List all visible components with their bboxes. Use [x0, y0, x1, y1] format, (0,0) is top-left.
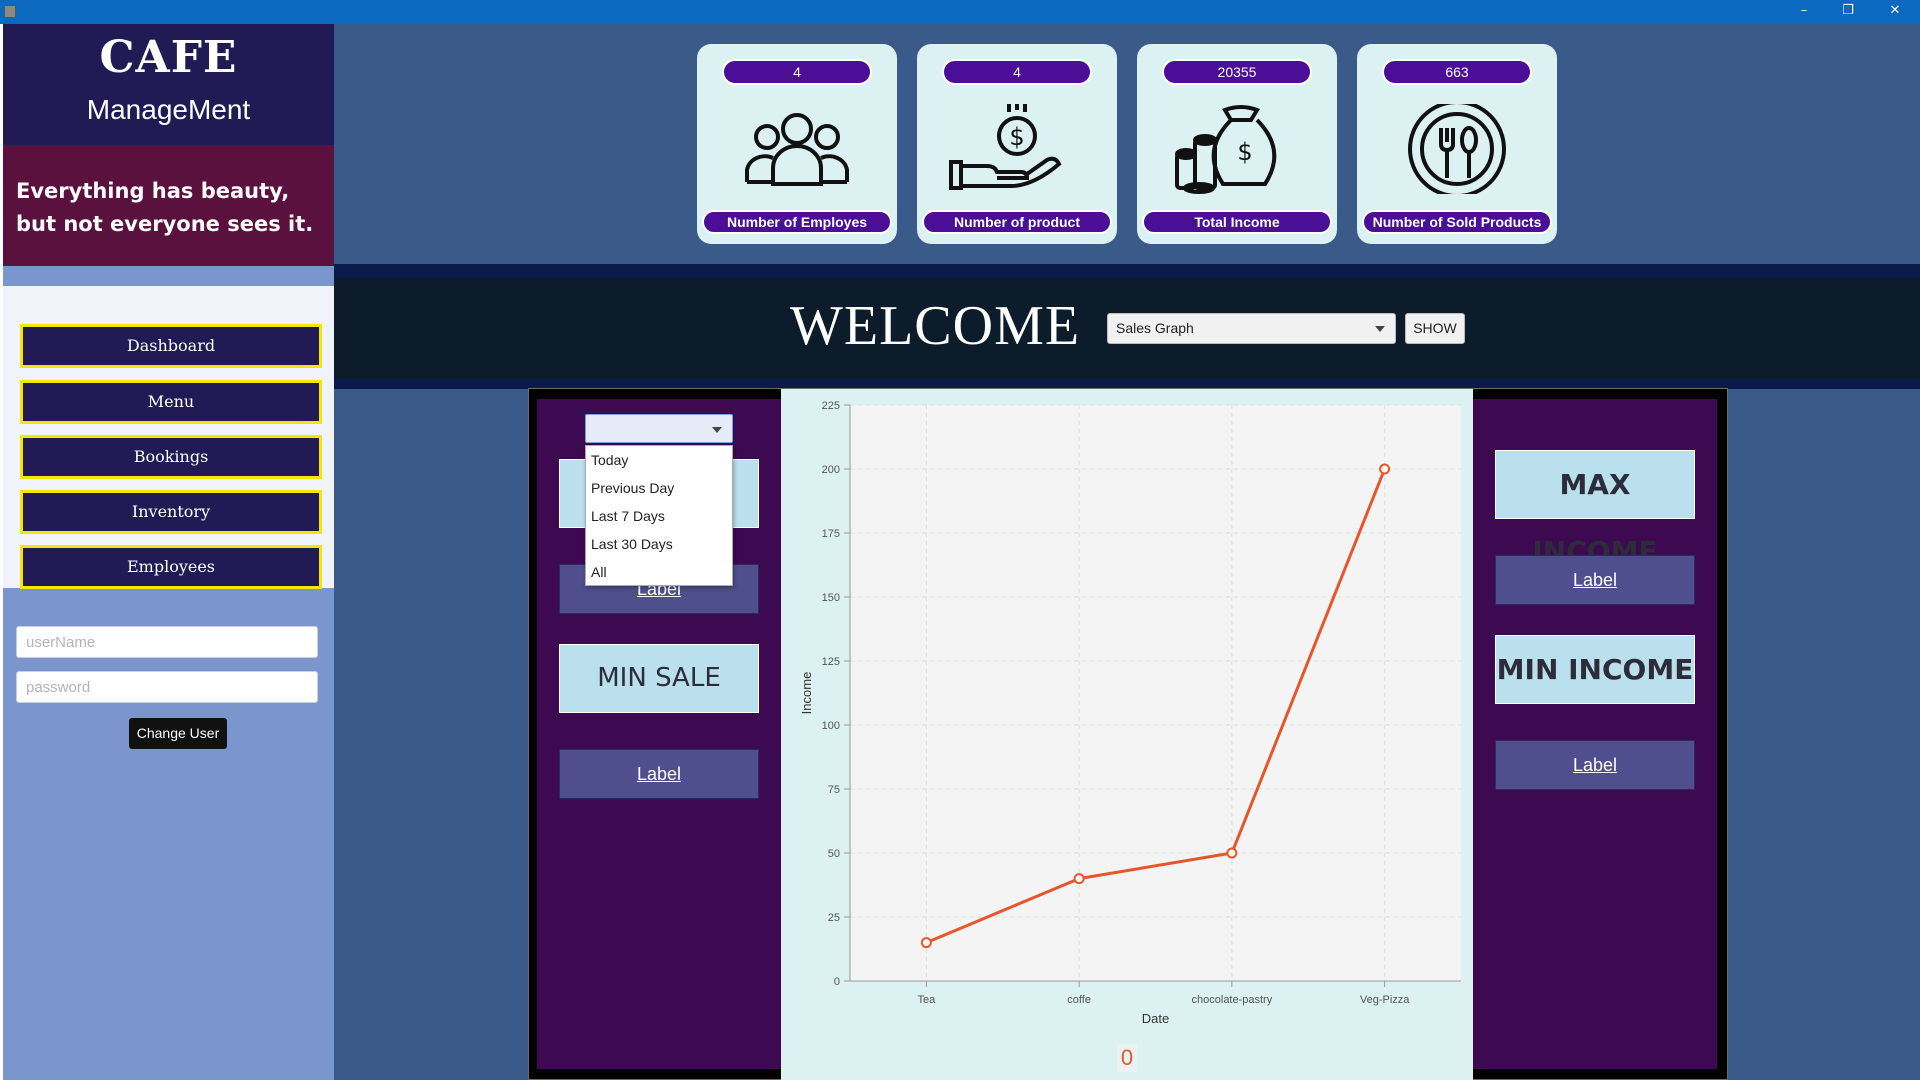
min-income-box: MIN INCOME — [1495, 635, 1695, 704]
y-tick-label: 25 — [828, 912, 840, 924]
nav-employees-button[interactable]: Employees — [20, 545, 322, 589]
graph-type-select[interactable]: Sales Graph — [1107, 313, 1396, 344]
dropdown-option-last-7-days[interactable]: Last 7 Days — [586, 502, 732, 530]
data-point — [1226, 847, 1238, 859]
max-income-box: MAX INCOME — [1495, 450, 1695, 568]
stat-value: 663 — [1382, 59, 1532, 85]
date-range-select[interactable] — [585, 414, 733, 443]
dropdown-option-previous-day[interactable]: Previous Day — [586, 474, 732, 502]
stat-value: 4 — [722, 59, 872, 85]
brand-title: CAFE — [99, 32, 238, 83]
plot-area — [850, 405, 1461, 981]
money-bag-icon: $ — [1175, 105, 1277, 194]
chart-zero-indicator: 0 — [1117, 1044, 1137, 1072]
x-tick-label: coffe — [1067, 994, 1091, 1006]
data-point — [1073, 873, 1085, 885]
window-titlebar: – ❐ ✕ — [0, 0, 1920, 24]
svg-text:$: $ — [1237, 138, 1252, 166]
dropdown-option-today[interactable]: Today — [586, 446, 732, 474]
y-tick-label: 225 — [822, 400, 840, 412]
x-tick-label: Veg-Pizza — [1360, 994, 1410, 1006]
brand-subtitle: ManageMent — [86, 94, 251, 125]
date-range-dropdown: Today Previous Day Last 7 Days Last 30 D… — [585, 445, 733, 586]
nav-bookings-button[interactable]: Bookings — [20, 435, 322, 479]
app-icon — [4, 5, 16, 18]
min-sale-label: Label — [559, 749, 759, 799]
chevron-down-icon — [1375, 326, 1385, 332]
nav-panel: Dashboard Menu Bookings Inventory Employ… — [3, 286, 334, 589]
stat-value: 20355 — [1162, 59, 1312, 85]
y-tick-label: 175 — [822, 528, 840, 540]
nav-inventory-button[interactable]: Inventory — [20, 490, 322, 534]
stat-card-sold-products: 663 Number of Sold Products — [1357, 44, 1557, 244]
stat-value: 4 — [942, 59, 1092, 85]
stat-card-income: 20355 $ Total Income — [1137, 44, 1337, 244]
y-tick-label: 200 — [822, 464, 840, 476]
stat-label: Total Income — [1142, 210, 1332, 234]
x-tick-label: chocolate-pastry — [1192, 994, 1273, 1006]
username-field[interactable] — [16, 626, 318, 658]
data-point — [920, 937, 932, 949]
min-income-label: Label — [1495, 740, 1695, 790]
sidebar: CAFE ManageMent Everything has beauty, b… — [0, 24, 334, 1080]
min-sale-box: MIN SALE — [559, 644, 759, 713]
people-icon — [745, 113, 849, 186]
money-hand-icon: $ — [949, 104, 1062, 190]
stat-card-employees: 4 Number of Employes — [697, 44, 897, 244]
stat-label: Number of Employes — [702, 210, 892, 234]
x-tick-label: Tea — [918, 994, 937, 1006]
restore-button[interactable]: ❐ — [1826, 0, 1870, 24]
dropdown-option-all[interactable]: All — [586, 558, 732, 586]
y-tick-label: 100 — [822, 720, 840, 732]
svg-text:$: $ — [1009, 123, 1024, 151]
y-tick-label: 0 — [834, 976, 840, 988]
quote-text: Everything has beauty, but not everyone … — [3, 145, 334, 266]
max-income-label: Label — [1495, 555, 1695, 605]
brand-header: CAFE ManageMent — [3, 24, 334, 145]
y-tick-label: 50 — [828, 848, 840, 860]
minimize-button[interactable]: – — [1782, 0, 1826, 24]
stat-label: Number of product — [922, 210, 1112, 234]
nav-menu-button[interactable]: Menu — [20, 380, 322, 424]
y-tick-label: 125 — [822, 656, 840, 668]
data-point — [1379, 463, 1391, 475]
y-tick-label: 150 — [822, 592, 840, 604]
dropdown-option-last-30-days[interactable]: Last 30 Days — [586, 530, 732, 558]
welcome-title: WELCOME — [790, 295, 1081, 357]
stat-card-products: 4 $ Number of product — [917, 44, 1117, 244]
y-axis-label: Income — [799, 672, 814, 715]
x-axis-label: Date — [1142, 1011, 1169, 1026]
password-field[interactable] — [16, 671, 318, 703]
sales-line-chart: 0 25 50 75 100 125 150 175 200 225 Tea coffe chocola… — [799, 400, 1461, 1026]
chevron-down-icon — [712, 427, 722, 433]
graph-type-value: Sales Graph — [1116, 320, 1194, 336]
close-button[interactable]: ✕ — [1873, 0, 1917, 24]
plate-cutlery-icon — [1408, 104, 1506, 194]
nav-dashboard-button[interactable]: Dashboard — [20, 324, 322, 368]
y-tick-label: 75 — [828, 784, 840, 796]
stat-label: Number of Sold Products — [1362, 210, 1552, 234]
change-user-button[interactable]: Change User — [129, 718, 227, 749]
show-button[interactable]: SHOW — [1405, 313, 1465, 344]
